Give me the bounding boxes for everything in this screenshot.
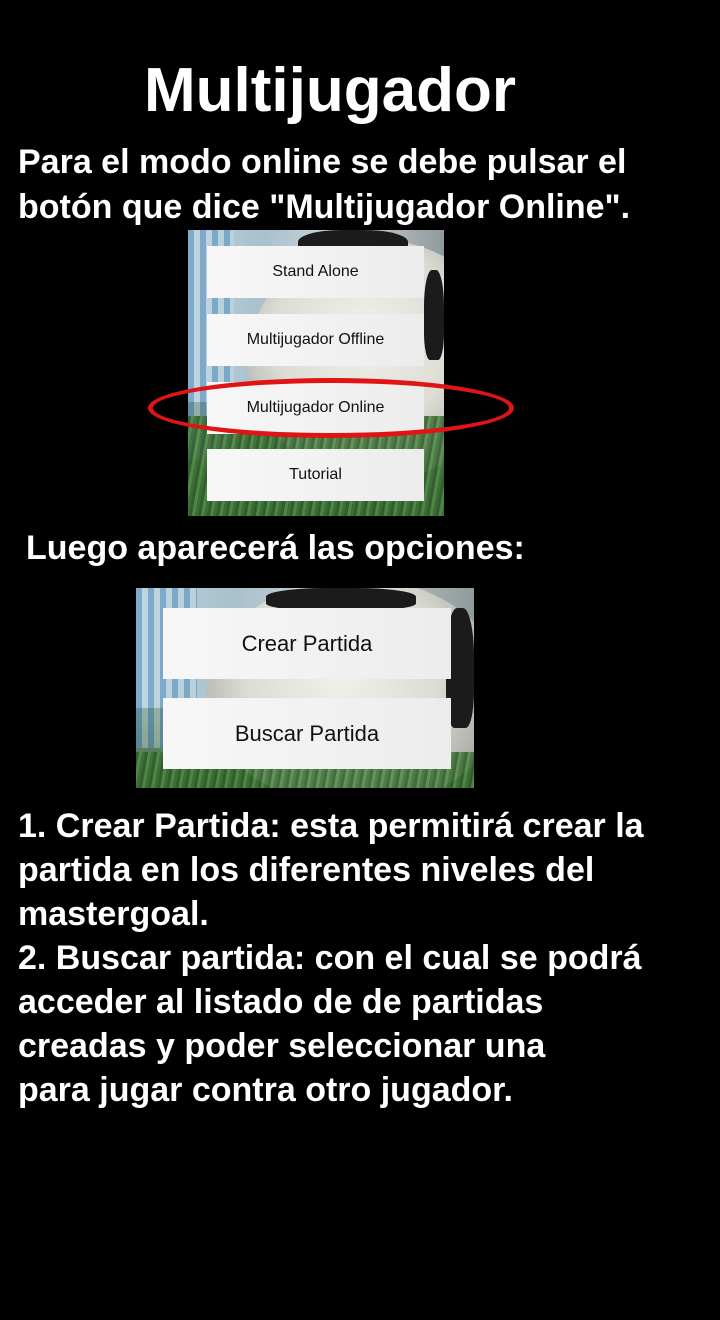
description-line: mastergoal.: [18, 895, 209, 933]
tutorial-button[interactable]: Tutorial: [207, 449, 424, 501]
description-line: creadas y poder seleccionar una: [18, 1027, 546, 1065]
description-line: 1. Crear Partida: esta permitirá crear l…: [18, 807, 644, 845]
page-title: Multijugador: [144, 56, 516, 125]
stand-alone-button[interactable]: Stand Alone: [207, 246, 424, 298]
multijugador-online-button[interactable]: Multijugador Online: [207, 382, 424, 434]
description-line: 2. Buscar partida: con el cual se podrá: [18, 939, 642, 977]
buscar-partida-button[interactable]: Buscar Partida: [163, 698, 451, 769]
soccer-ball-patch: [424, 270, 444, 360]
description-text: 1. Crear Partida: esta permitirá crear l…: [18, 804, 644, 1112]
main-menu-screenshot: Stand Alone Multijugador Offline Multiju…: [188, 230, 444, 516]
intro-line: Para el modo online se debe pulsar el: [18, 143, 627, 181]
intro-line: botón que dice "Multijugador Online".: [18, 188, 631, 226]
options-heading: Luego aparecerá las opciones:: [26, 529, 525, 567]
multijugador-offline-button[interactable]: Multijugador Offline: [207, 314, 424, 366]
description-line: partida en los diferentes niveles del: [18, 851, 595, 889]
description-line: acceder al listado de de partidas: [18, 983, 544, 1021]
description-line: para jugar contra otro jugador.: [18, 1071, 513, 1109]
intro-text: Para el modo online se debe pulsar el bo…: [18, 140, 630, 230]
soccer-ball-patch: [266, 588, 416, 610]
crear-partida-button[interactable]: Crear Partida: [163, 608, 451, 679]
online-menu-screenshot: Crear Partida Buscar Partida: [136, 588, 474, 788]
